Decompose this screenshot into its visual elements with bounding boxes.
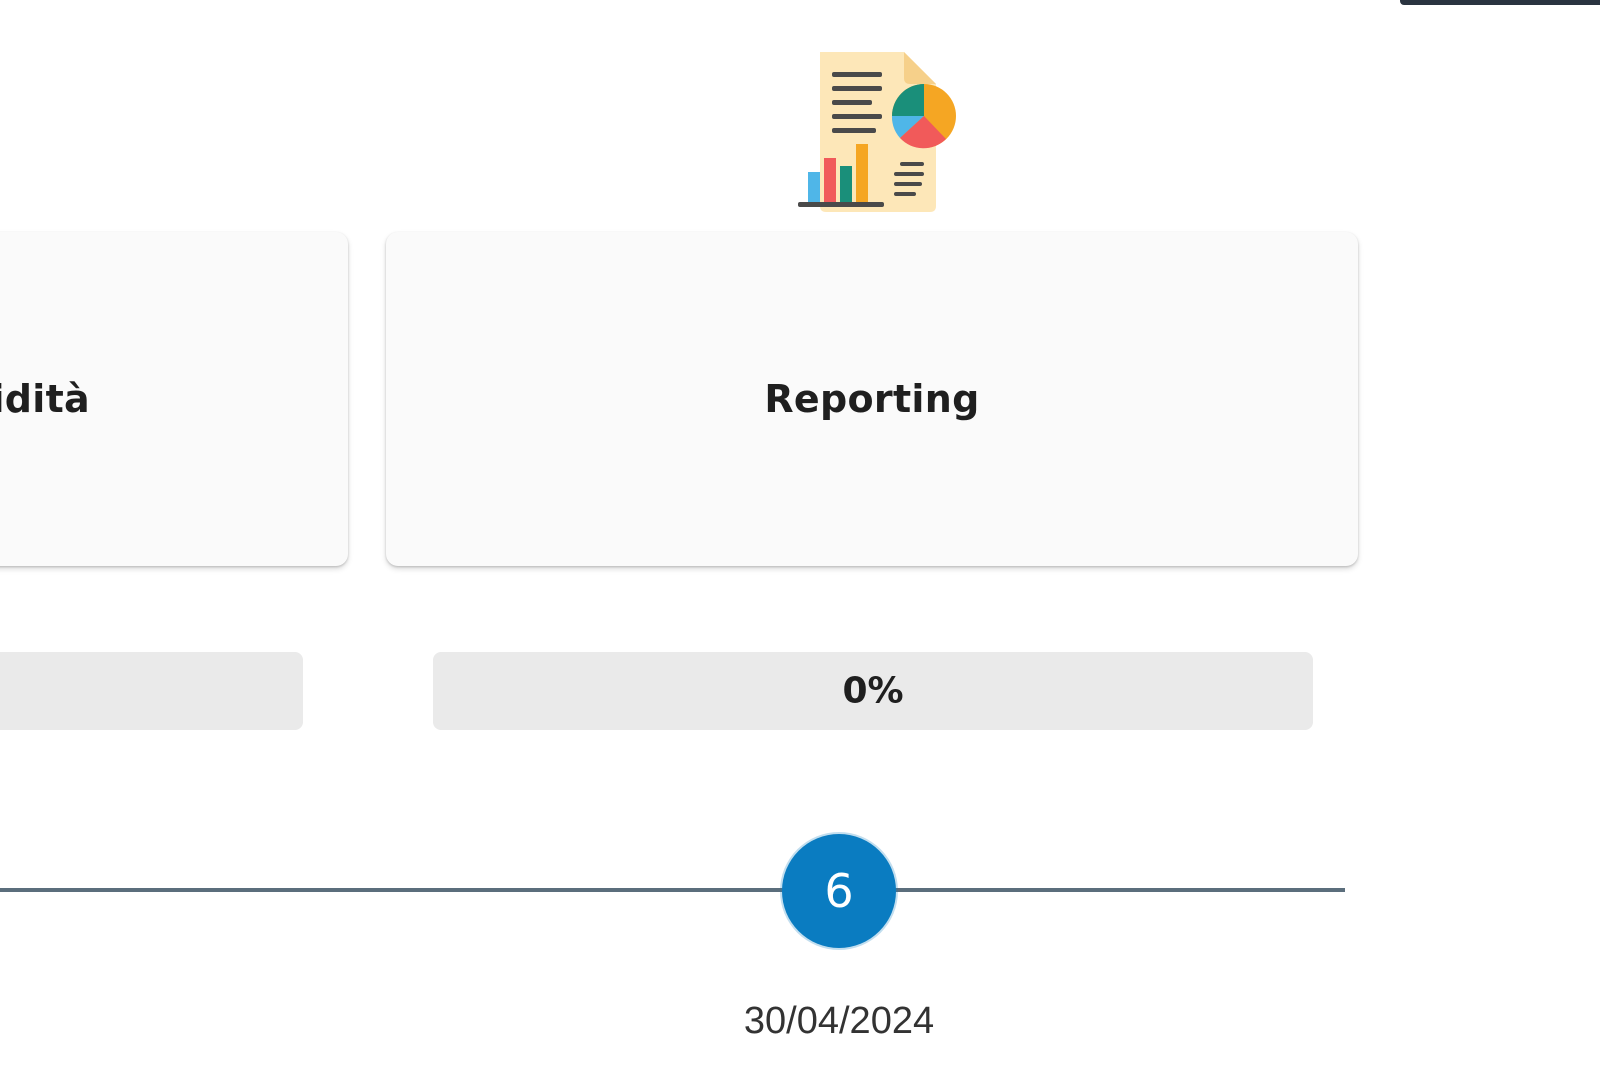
step-date: 30/04/2024 [743, 1000, 935, 1042]
timeline-step-6[interactable]: 6 [782, 834, 896, 948]
card-title: idità [0, 377, 90, 421]
report-document-icon [798, 52, 956, 212]
page: idità Reporting 0% 6 30/04/2024 [0, 0, 1600, 1067]
timeline-line [0, 888, 1345, 892]
progress-bar-liquidita [0, 652, 303, 730]
window-corner [1400, 0, 1600, 5]
step-number: 6 [824, 864, 854, 918]
card-title: Reporting [764, 377, 980, 421]
step-card-reporting[interactable]: Reporting [386, 232, 1358, 566]
progress-label: 0% [842, 670, 904, 712]
progress-bar-reporting: 0% [433, 652, 1313, 730]
step-card-liquidita[interactable]: idità [0, 232, 348, 566]
